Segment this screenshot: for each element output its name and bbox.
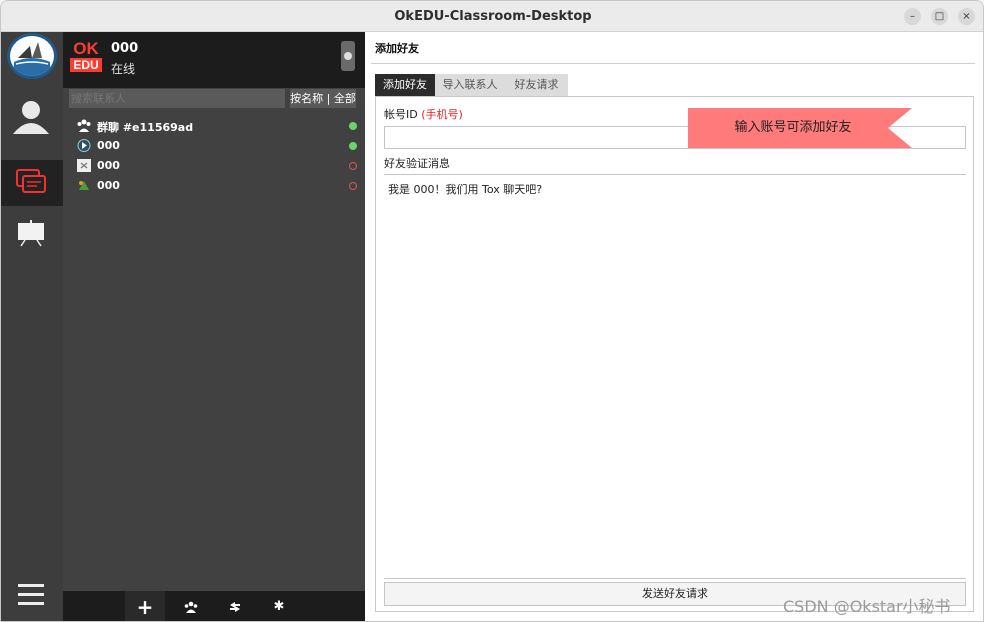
add-friend-panel: 帐号ID (手机号) 好友验证消息 我是 000！我们用 Tox 聊天吧? 发送… <box>375 96 974 612</box>
minimize-button[interactable]: – <box>904 8 921 25</box>
contact-list: 群聊 #e11569ad 000 000 000 <box>63 116 365 196</box>
contacts-panel: OK EDU 000 在线 按名称 | 全部 群聊 #e11569ad <box>63 32 365 621</box>
sort-filter-button[interactable]: 按名称 | 全部 <box>290 89 356 108</box>
contact-item[interactable]: 000 <box>63 156 365 176</box>
status-dot-icon <box>344 52 352 60</box>
contacts-toolbar: + ✱ <box>63 591 365 621</box>
group-add-icon[interactable] <box>171 591 211 621</box>
transfer-icon[interactable] <box>215 591 255 621</box>
verification-message-input[interactable]: 我是 000！我们用 Tox 聊天吧? <box>384 174 966 579</box>
settings-icon[interactable]: ✱ <box>259 591 299 621</box>
page-title: 添加好友 <box>375 42 419 55</box>
main-content: 添加好友 添加好友 导入联系人 好友请求 帐号ID (手机号) 好友验证消息 我… <box>365 32 983 621</box>
logo-ok-text: OK <box>73 39 99 58</box>
contact-name: 000 <box>97 139 120 152</box>
offline-status-dot <box>349 182 357 190</box>
search-input[interactable] <box>69 89 285 108</box>
app-window: OkEDU-Classroom-Desktop – □ × OK EDU 000… <box>0 0 984 622</box>
close-button[interactable]: × <box>958 8 975 25</box>
app-logo-icon <box>7 33 57 79</box>
menu-icon[interactable] <box>1 572 63 618</box>
contact-item[interactable]: 000 <box>63 136 365 156</box>
logo-edu-text: EDU <box>70 58 102 72</box>
contact-item[interactable]: 000 <box>63 176 365 196</box>
tooltip-text: 输入账号可添加好友 <box>734 120 852 135</box>
tab-import-contacts[interactable]: 导入联系人 <box>435 74 505 96</box>
status-toggle-button[interactable] <box>341 41 355 71</box>
tab-friend-requests[interactable]: 好友请求 <box>505 74 568 96</box>
nav-profile-button[interactable] <box>1 94 63 140</box>
nav-chat-button[interactable] <box>1 160 63 206</box>
id-label-text: 帐号ID <box>384 108 422 121</box>
nav-classroom-button[interactable] <box>1 210 63 256</box>
window-title: OkEDU-Classroom-Desktop <box>394 9 592 24</box>
avatar-icon <box>79 181 89 190</box>
add-icon[interactable]: + <box>125 591 165 621</box>
profile-header: OK EDU 000 在线 <box>63 32 365 88</box>
hint-tooltip: 输入账号可添加好友 <box>688 108 912 148</box>
tab-add-friend[interactable]: 添加好友 <box>375 74 435 96</box>
watermark-text: CSDN @Okstar小秘书 <box>783 597 951 616</box>
avatar-icon <box>77 139 91 152</box>
profile-name[interactable]: 000 <box>111 41 138 56</box>
online-status-dot <box>349 122 357 130</box>
contact-name: 000 <box>97 179 120 192</box>
contact-item[interactable]: 群聊 #e11569ad <box>63 116 365 136</box>
profile-status: 在线 <box>111 62 136 76</box>
id-hint-text: (手机号) <box>421 108 463 121</box>
avatar-icon <box>77 159 91 172</box>
online-status-dot <box>349 142 357 150</box>
offline-status-dot <box>349 162 357 170</box>
maximize-button[interactable]: □ <box>931 8 948 25</box>
contact-name: 群聊 #e11569ad <box>97 121 194 134</box>
nav-sidebar <box>1 32 63 621</box>
title-bar: OkEDU-Classroom-Desktop – □ × <box>1 1 983 32</box>
group-icon <box>77 119 91 132</box>
header-divider <box>371 63 975 64</box>
toolbar-spacer <box>63 591 125 621</box>
okedu-logo: OK EDU <box>70 39 102 73</box>
message-label: 好友验证消息 <box>384 157 450 170</box>
contact-name: 000 <box>97 159 120 172</box>
id-label: 帐号ID (手机号) <box>384 106 463 122</box>
